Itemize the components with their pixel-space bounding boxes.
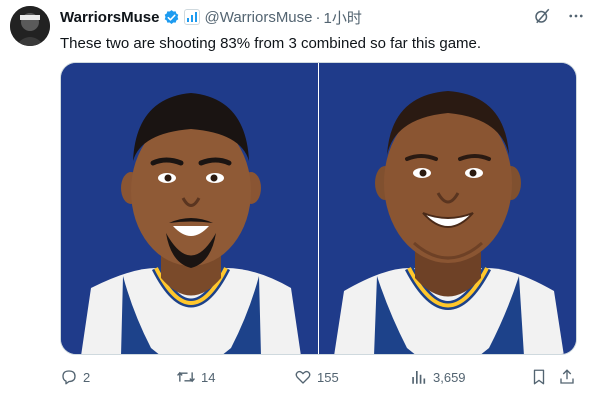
author-handle[interactable]: @WarriorsMuse xyxy=(204,9,312,26)
verified-badge-icon xyxy=(163,9,180,26)
retweet-count: 14 xyxy=(201,369,216,385)
tweet-time[interactable]: 1小时 xyxy=(324,7,362,28)
like-button[interactable]: 155 xyxy=(294,366,339,388)
separator-dot: · xyxy=(315,8,321,26)
retweet-icon xyxy=(176,368,196,386)
tweet-media[interactable] xyxy=(60,62,577,355)
retweet-button[interactable]: 14 xyxy=(176,366,215,388)
more-icon[interactable] xyxy=(567,7,585,29)
header-actions xyxy=(533,7,585,29)
player-illustration-left[interactable] xyxy=(61,63,318,354)
reply-icon xyxy=(60,368,78,386)
reply-count: 2 xyxy=(83,369,91,385)
affiliate-badge-icon[interactable] xyxy=(184,9,201,25)
views-count: 3,659 xyxy=(433,369,466,385)
views-button[interactable]: 3,659 xyxy=(410,366,466,388)
bookmark-button[interactable] xyxy=(530,366,548,388)
player-illustration-right[interactable] xyxy=(319,63,576,354)
share-button[interactable] xyxy=(558,366,576,388)
heart-icon xyxy=(294,368,312,386)
share-icon xyxy=(558,368,576,386)
grok-icon[interactable] xyxy=(533,7,551,29)
views-icon xyxy=(410,368,428,386)
tweet-header: WarriorsMuse @WarriorsMuse · 1小时 xyxy=(60,7,585,27)
tweet-actions: 2 14 155 3,659 xyxy=(60,366,577,388)
author-avatar[interactable] xyxy=(10,6,50,46)
author-name[interactable]: WarriorsMuse xyxy=(60,9,159,26)
bookmark-icon xyxy=(530,368,548,386)
reply-button[interactable]: 2 xyxy=(60,366,90,388)
like-count: 155 xyxy=(317,369,339,385)
tweet-text: These two are shooting 83% from 3 combin… xyxy=(60,35,482,52)
